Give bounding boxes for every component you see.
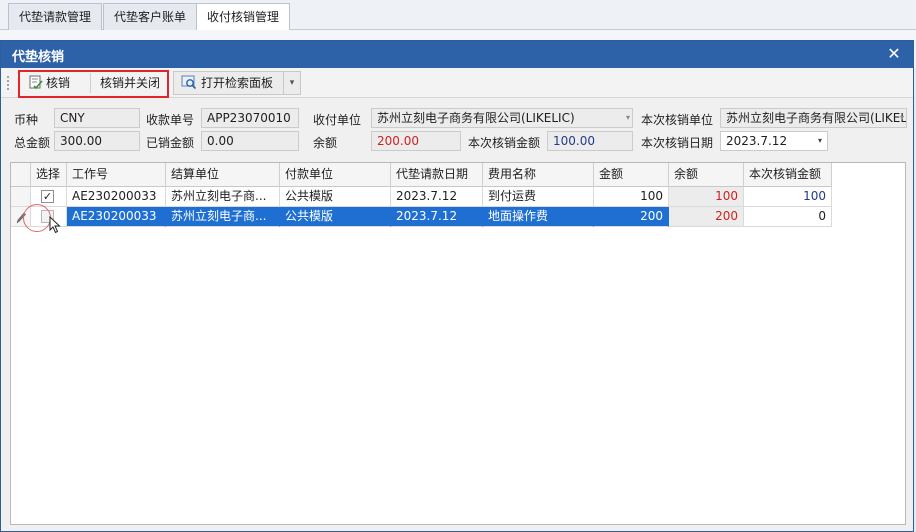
fee-name-cell[interactable]: 地面操作费 bbox=[483, 207, 594, 227]
this-unit-combo-arrow[interactable]: ▾ bbox=[900, 109, 904, 127]
verified-field: 0.00 bbox=[201, 131, 299, 151]
request-date-cell[interactable]: 2023.7.12 bbox=[391, 207, 483, 227]
this-amount-cell[interactable]: 100 bbox=[744, 187, 832, 207]
this-amount-field[interactable]: 100.00 bbox=[547, 131, 633, 151]
dialog-titlebar[interactable]: 代垫核销 ✕ bbox=[1, 41, 913, 68]
dialog-toolbar: 核销 核销并关闭 打开检索面板 ▾ bbox=[1, 68, 913, 98]
fee-name-cell[interactable]: 到付运费 bbox=[483, 187, 594, 207]
balance-cell: 100 bbox=[669, 187, 744, 207]
this-date-value: 2023.7.12 bbox=[726, 134, 788, 148]
receipt-no-label: 收款单号 bbox=[146, 113, 195, 127]
amount-cell[interactable]: 100 bbox=[594, 187, 669, 207]
this-amount-cell[interactable]: 0 bbox=[744, 207, 832, 227]
verified-label: 已销金额 bbox=[146, 136, 195, 150]
pay-unit-cell[interactable]: 公共模版 bbox=[280, 207, 391, 227]
verification-grid: 选择 工作号 结算单位 付款单位 代垫请款日期 费用名称 金额 余额 本次核销金… bbox=[10, 162, 906, 525]
background-toolbar bbox=[0, 30, 916, 40]
job-no-cell[interactable]: AE230200033 bbox=[67, 187, 166, 207]
verify-label: 核销 bbox=[46, 76, 71, 90]
mouse-cursor-icon bbox=[49, 216, 61, 234]
toolbar-grip[interactable] bbox=[7, 76, 10, 90]
bg-tab-verification-mgmt[interactable]: 收付核销管理 bbox=[196, 3, 291, 31]
table-row[interactable]: AE230200033 苏州立刻电子商... 公共模版 2023.7.12 地面… bbox=[11, 207, 832, 227]
settle-unit-cell[interactable]: 苏州立刻电子商... bbox=[166, 207, 280, 227]
settle-unit-cell[interactable]: 苏州立刻电子商... bbox=[166, 187, 280, 207]
currency-field[interactable]: CNY bbox=[54, 108, 140, 128]
pay-unit-cell[interactable]: 公共模版 bbox=[280, 187, 391, 207]
amount-cell[interactable]: 200 bbox=[594, 207, 669, 227]
verify-button[interactable]: 核销 bbox=[28, 73, 70, 93]
receipt-no-field[interactable]: APP23070010 bbox=[201, 108, 299, 128]
header-this-amount[interactable]: 本次核销金额 bbox=[744, 163, 832, 187]
grid-header: 选择 工作号 结算单位 付款单位 代垫请款日期 费用名称 金额 余额 本次核销金… bbox=[11, 163, 832, 187]
toolbar-dropdown-arrow[interactable]: ▾ bbox=[283, 71, 301, 95]
payee-label: 收付单位 bbox=[313, 113, 362, 127]
date-dropdown-arrow[interactable]: ▾ bbox=[818, 132, 822, 150]
row-checkbox[interactable]: ✓ bbox=[41, 190, 54, 203]
this-unit-label: 本次核销单位 bbox=[641, 113, 714, 127]
advance-verification-dialog: 代垫核销 ✕ 核销 核销并关闭 打开检索面板 ▾ 币种 CNY 收款单号 APP… bbox=[0, 40, 914, 532]
dialog-title: 代垫核销 bbox=[12, 50, 65, 65]
total-label: 总金额 bbox=[14, 136, 51, 150]
job-no-cell[interactable]: AE230200033 bbox=[67, 207, 166, 227]
header-fee-name[interactable]: 费用名称 bbox=[483, 163, 594, 187]
header-balance[interactable]: 余额 bbox=[669, 163, 744, 187]
header-settle-unit[interactable]: 结算单位 bbox=[166, 163, 280, 187]
header-amount[interactable]: 金额 bbox=[594, 163, 669, 187]
header-indicator bbox=[11, 163, 31, 187]
background-tab-bar: 代垫请款管理 代垫客户账单 收付核销管理 bbox=[0, 0, 916, 31]
request-date-cell[interactable]: 2023.7.12 bbox=[391, 187, 483, 207]
bg-tab-advance-bill[interactable]: 代垫客户账单 bbox=[103, 3, 198, 30]
header-pay-unit[interactable]: 付款单位 bbox=[280, 163, 391, 187]
payee-field[interactable]: 苏州立刻电子商务有限公司(LIKELIC) ▾ bbox=[371, 108, 633, 128]
click-highlight-ring bbox=[23, 204, 51, 232]
balance-field: 200.00 bbox=[371, 131, 461, 151]
header-job-no[interactable]: 工作号 bbox=[67, 163, 166, 187]
balance-label: 余额 bbox=[313, 136, 338, 150]
header-select[interactable]: 选择 bbox=[31, 163, 67, 187]
payee-combo-arrow[interactable]: ▾ bbox=[626, 109, 630, 127]
bg-tab-advance-request[interactable]: 代垫请款管理 bbox=[8, 3, 103, 30]
this-unit-field[interactable]: 苏州立刻电子商务有限公司(LIKELIC) ▾ bbox=[720, 108, 907, 128]
this-date-field[interactable]: 2023.7.12 ▾ bbox=[720, 131, 828, 151]
verify-and-close-button[interactable]: 核销并关闭 bbox=[100, 73, 160, 93]
header-request-date[interactable]: 代垫请款日期 bbox=[391, 163, 483, 187]
this-amount-label: 本次核销金额 bbox=[468, 136, 541, 150]
total-field: 300.00 bbox=[54, 131, 140, 151]
this-unit-value: 苏州立刻电子商务有限公司(LIKELIC) bbox=[726, 111, 907, 125]
balance-cell: 200 bbox=[669, 207, 744, 227]
row-indicator[interactable] bbox=[11, 187, 31, 207]
verify-icon bbox=[28, 75, 43, 90]
open-search-panel-button[interactable]: 打开检索面板 bbox=[181, 73, 273, 93]
toolbar-separator bbox=[90, 73, 91, 93]
payee-value: 苏州立刻电子商务有限公司(LIKELIC) bbox=[377, 111, 575, 125]
search-panel-label: 打开检索面板 bbox=[201, 76, 274, 90]
currency-label: 币种 bbox=[14, 113, 39, 127]
table-row[interactable]: ✓ AE230200033 苏州立刻电子商... 公共模版 2023.7.12 … bbox=[11, 187, 832, 207]
close-button[interactable]: ✕ bbox=[885, 44, 903, 64]
search-panel-icon bbox=[181, 75, 197, 90]
this-date-label: 本次核销日期 bbox=[641, 136, 714, 150]
